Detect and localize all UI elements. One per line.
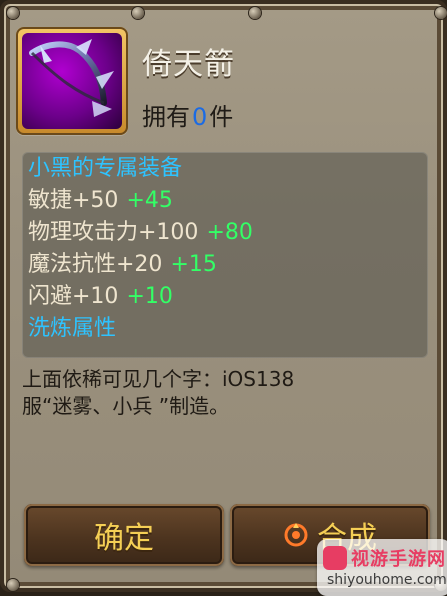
stat-label: 敏捷+50 (28, 188, 119, 213)
rivet-bottom-left (7, 579, 19, 591)
confirm-button-label: 确定 (94, 521, 154, 556)
stat-line-physical-attack: 物理攻击力+100 +80 (28, 218, 253, 248)
stats-scroll-area[interactable]: 小黑的专属装备 敏捷+50 +45 物理攻击力+100 +80 魔法抗性+20 +15… (22, 152, 428, 358)
item-detail-panel: 倚天箭 拥有0件 小黑的专属装备 敏捷+50 +45 物理攻击力+100 +80 魔… (0, 0, 447, 596)
owned-count-line: 拥有0件 (142, 97, 233, 132)
stat-label: 物理攻击力+100 (28, 220, 199, 245)
owned-suffix: 件 (209, 103, 234, 131)
owned-prefix: 拥有 (142, 103, 190, 131)
exclusive-equipment-header: 小黑的专属装备 (28, 156, 183, 181)
site-watermark: 视游手游网 shiyouhome.com (317, 539, 447, 596)
stat-bonus: +80 (206, 220, 253, 245)
description-line-1: 上面依稀可见几个字：iOS138 (22, 367, 295, 391)
item-icon-frame (16, 27, 128, 135)
stat-bonus: +10 (126, 284, 173, 309)
bow-weapon-icon (22, 33, 122, 129)
stat-label: 魔法抗性+20 (28, 252, 163, 277)
stat-line-magic-resist: 魔法抗性+20 +15 (28, 250, 217, 280)
stat-label: 闪避+10 (28, 284, 119, 309)
watermark-title: 视游手游网 (351, 549, 446, 570)
stat-line-agility: 敏捷+50 +45 (28, 186, 173, 216)
site-logo-icon (323, 546, 347, 570)
rivet-top-mid-right (249, 7, 261, 19)
stat-bonus: +45 (126, 188, 173, 213)
confirm-button[interactable]: 确定 (24, 504, 224, 566)
rivet-top-mid-left (132, 7, 144, 19)
description-line-2: 服“迷雾、小兵 ”制造。 (22, 394, 230, 418)
refine-attributes-header: 洗炼属性 (28, 316, 117, 341)
rivet-top-left (7, 7, 19, 19)
owned-count: 0 (192, 103, 208, 131)
item-name: 倚天箭 (142, 47, 235, 82)
rivet-top-right (435, 7, 447, 19)
item-description: 上面依稀可见几个字：iOS138 服“迷雾、小兵 ”制造。 (22, 366, 432, 420)
stat-bonus: +15 (170, 252, 217, 277)
watermark-url: shiyouhome.com (327, 572, 447, 588)
merge-icon (284, 523, 308, 547)
stat-line-dodge: 闪避+10 +10 (28, 282, 173, 312)
